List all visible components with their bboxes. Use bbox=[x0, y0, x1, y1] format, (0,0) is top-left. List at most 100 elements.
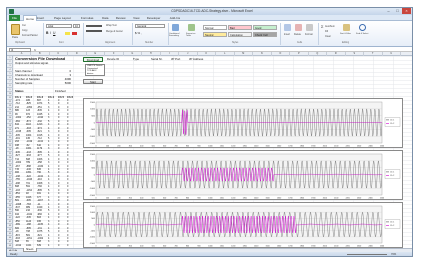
column-header-r[interactable]: R bbox=[327, 52, 346, 56]
cell-style-neutral[interactable]: Neutral bbox=[203, 32, 227, 37]
cell-style-calculation[interactable]: Calculation bbox=[228, 32, 252, 37]
insert-cells-icon[interactable] bbox=[284, 24, 291, 31]
ribbon-tab-home[interactable]: Home bbox=[23, 15, 38, 21]
fill-color-icon[interactable] bbox=[65, 32, 70, 35]
x-tick-label: 2300 bbox=[357, 146, 361, 148]
x-tick-label: 2500 bbox=[380, 246, 384, 248]
autosum-label[interactable]: AutoSum bbox=[325, 25, 335, 28]
column-header-h[interactable]: H bbox=[142, 52, 161, 56]
merge-center-button[interactable]: Merge & Center bbox=[106, 30, 123, 33]
column-header-i[interactable]: I bbox=[161, 52, 179, 56]
ribbon-tab-formulas[interactable]: Formulas bbox=[81, 15, 94, 21]
column-header-e[interactable]: E bbox=[87, 52, 105, 56]
x-tick-label: 1300 bbox=[243, 146, 247, 148]
find-select-icon[interactable] bbox=[359, 24, 366, 31]
column-header-q[interactable]: Q bbox=[309, 52, 327, 56]
ribbon-tab-data[interactable]: Data bbox=[102, 15, 108, 21]
ribbon-tab-view[interactable]: View bbox=[133, 15, 139, 21]
download-button[interactable]: Download bbox=[83, 57, 103, 62]
clear-button[interactable]: Clear bbox=[325, 35, 331, 38]
close-button[interactable]: × bbox=[402, 8, 411, 14]
y-tick-label: 1000 bbox=[90, 109, 96, 111]
column-header-p[interactable]: P bbox=[290, 52, 309, 56]
zoom-slider[interactable] bbox=[347, 254, 387, 255]
font-size-select[interactable]: 10 bbox=[73, 24, 80, 28]
copy-button[interactable]: Copy bbox=[22, 29, 28, 32]
cut-button[interactable]: Cut bbox=[22, 24, 26, 27]
column-header-n[interactable]: N bbox=[253, 52, 272, 56]
excel-app-icon[interactable] bbox=[9, 9, 14, 14]
chart-1: 1500 1000 500 0 -500 -1000 -1500 0 100 200 300 400 5… bbox=[83, 98, 403, 148]
group-label-alignment: Alignment bbox=[105, 42, 116, 44]
cell-style-bad[interactable]: Bad bbox=[228, 25, 252, 30]
start-button[interactable]: Start bbox=[83, 79, 103, 84]
align-icon[interactable] bbox=[86, 25, 102, 27]
column-header-u[interactable]: U bbox=[383, 52, 401, 56]
x-tick-label: 600 bbox=[163, 198, 166, 200]
cell-style-good[interactable]: Good bbox=[253, 25, 277, 30]
paste-icon[interactable] bbox=[11, 24, 20, 35]
italic-button[interactable]: I bbox=[50, 31, 51, 35]
sort-filter-icon[interactable] bbox=[343, 24, 350, 31]
number-format-select[interactable]: General bbox=[135, 24, 165, 28]
x-tick-label: 2200 bbox=[346, 146, 350, 148]
x-tick-label: 1400 bbox=[254, 246, 258, 248]
column-header-b[interactable]: B bbox=[31, 52, 50, 56]
ribbon-tab-add-ins[interactable]: Add-Ins bbox=[170, 15, 180, 21]
column-header-o[interactable]: O bbox=[272, 52, 290, 56]
maximize-button[interactable]: □ bbox=[393, 8, 402, 14]
bold-button[interactable]: B bbox=[46, 31, 48, 35]
fill-button[interactable]: Fill bbox=[325, 30, 328, 33]
table-cell[interactable]: 1041 bbox=[26, 244, 31, 247]
wrap-text-button[interactable]: Wrap Text bbox=[106, 24, 117, 27]
column-header-l[interactable]: L bbox=[216, 52, 235, 56]
font-color-icon[interactable] bbox=[72, 32, 77, 35]
ribbon-tab-page-layout[interactable]: Page Layout bbox=[54, 15, 71, 21]
chart-2: 1500 1000 500 0 -500 -1000 -1500 0 100 200 300 400 5… bbox=[83, 150, 403, 200]
x-tick-label: 500 bbox=[152, 246, 155, 248]
table-cell[interactable]: 639 bbox=[37, 244, 41, 247]
column-header-m[interactable]: M bbox=[235, 52, 253, 56]
format-painter-button[interactable]: Format Painter bbox=[22, 34, 38, 37]
format-cells-icon[interactable] bbox=[306, 24, 313, 31]
param-label: Sampling rate bbox=[15, 81, 33, 85]
column-header-g[interactable]: G bbox=[124, 52, 142, 56]
table-cell[interactable]: -1012 bbox=[15, 244, 21, 247]
underline-button[interactable]: U bbox=[53, 31, 55, 35]
ribbon-tab-review[interactable]: Review bbox=[116, 15, 126, 21]
column-header-k[interactable]: K bbox=[198, 52, 216, 56]
currency-icon[interactable]: $ % , bbox=[135, 31, 142, 35]
x-tick-label: 700 bbox=[175, 146, 178, 148]
indent-icon[interactable] bbox=[86, 30, 102, 32]
x-tick-label: 800 bbox=[186, 198, 189, 200]
cell-style-normal[interactable]: Normal bbox=[203, 25, 227, 30]
column-header-j[interactable]: J bbox=[179, 52, 198, 56]
table-cell[interactable]: 0 bbox=[67, 244, 68, 247]
group-separator bbox=[132, 23, 133, 45]
conditional-formatting-icon[interactable] bbox=[172, 24, 179, 31]
minimize-button[interactable]: – bbox=[384, 8, 393, 14]
cell-style-check-cell[interactable]: Check Cell bbox=[253, 32, 277, 37]
column-header-d[interactable]: D bbox=[68, 52, 87, 56]
ribbon-tab-insert[interactable]: Insert bbox=[37, 15, 45, 21]
row-header[interactable]: 48 bbox=[7, 244, 13, 248]
header-type: Type bbox=[133, 57, 140, 61]
table-cell[interactable]: 4 bbox=[48, 244, 49, 247]
table-cell[interactable]: 0 bbox=[58, 244, 59, 247]
font-name-select[interactable]: Arial bbox=[46, 24, 72, 28]
delete-cells-icon[interactable] bbox=[295, 24, 302, 31]
x-tick-label: 300 bbox=[129, 146, 132, 148]
x-tick-label: 2000 bbox=[323, 246, 327, 248]
column-header-a[interactable]: A bbox=[13, 52, 31, 56]
autosum-icon[interactable]: Σ bbox=[321, 24, 323, 29]
format-as-table-icon[interactable] bbox=[188, 24, 195, 31]
x-tick-label: 100 bbox=[106, 246, 109, 248]
column-header-t[interactable]: T bbox=[364, 52, 383, 56]
param-value[interactable]: 5000 bbox=[57, 81, 71, 85]
column-header-c[interactable]: C bbox=[50, 52, 68, 56]
ribbon-tab-developer[interactable]: Developer bbox=[147, 15, 161, 21]
y-tick-label: 500 bbox=[91, 167, 95, 169]
column-header-f[interactable]: F bbox=[105, 52, 124, 56]
column-header-s[interactable]: S bbox=[346, 52, 364, 56]
x-tick-label: 300 bbox=[129, 246, 132, 248]
